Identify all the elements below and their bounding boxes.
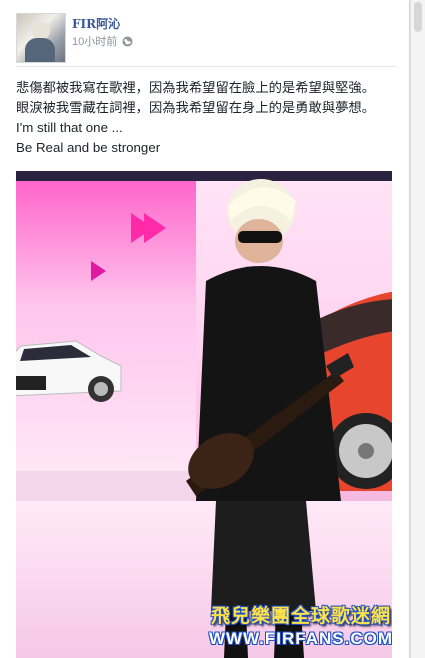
page-scrollbar[interactable]: [410, 0, 425, 658]
post-timestamp[interactable]: 10小时前: [72, 33, 117, 49]
post-header: FIR阿沁 10小时前: [16, 13, 396, 63]
white-car: [16, 340, 122, 402]
post-meta: 10小时前: [72, 33, 133, 49]
scrollbar-thumb[interactable]: [414, 2, 422, 32]
post-line: 眼淚被我雪藏在詞裡，因為我希望留在身上的是勇敢與夢想。: [16, 100, 376, 115]
avatar-body-shape: [25, 38, 55, 62]
chevron-sign-large-2: [131, 213, 153, 243]
watermark-url: WWW.FIRFANS.COM: [208, 629, 392, 648]
globe-icon[interactable]: [122, 36, 133, 47]
post-line: Be Real and be stronger: [16, 140, 161, 155]
post-card: FIR阿沁 10小时前 悲傷都被我寫在歌裡，因為我希望留在臉上的是希望與堅強。 …: [0, 0, 410, 658]
post-photo[interactable]: 飛兒樂團全球歌迷網 WWW.FIRFANS.COM: [16, 171, 392, 658]
guitarist-figure: [186, 179, 354, 658]
chevron-sign-small: [91, 261, 106, 281]
post-message: 悲傷都被我寫在歌裡，因為我希望留在臉上的是希望與堅強。 眼淚被我雪藏在詞裡，因為…: [16, 78, 401, 158]
watermark: 飛兒樂團全球歌迷網 WWW.FIRFANS.COM: [206, 601, 392, 649]
watermark-title: 飛兒樂團全球歌迷網: [210, 606, 391, 627]
header-divider: [16, 66, 396, 67]
author-name[interactable]: FIR阿沁: [72, 15, 120, 32]
avatar[interactable]: [16, 13, 66, 63]
post-line: I'm still that one ...: [16, 120, 123, 135]
post-line: 悲傷都被我寫在歌裡，因為我希望留在臉上的是希望與堅強。: [16, 80, 376, 95]
